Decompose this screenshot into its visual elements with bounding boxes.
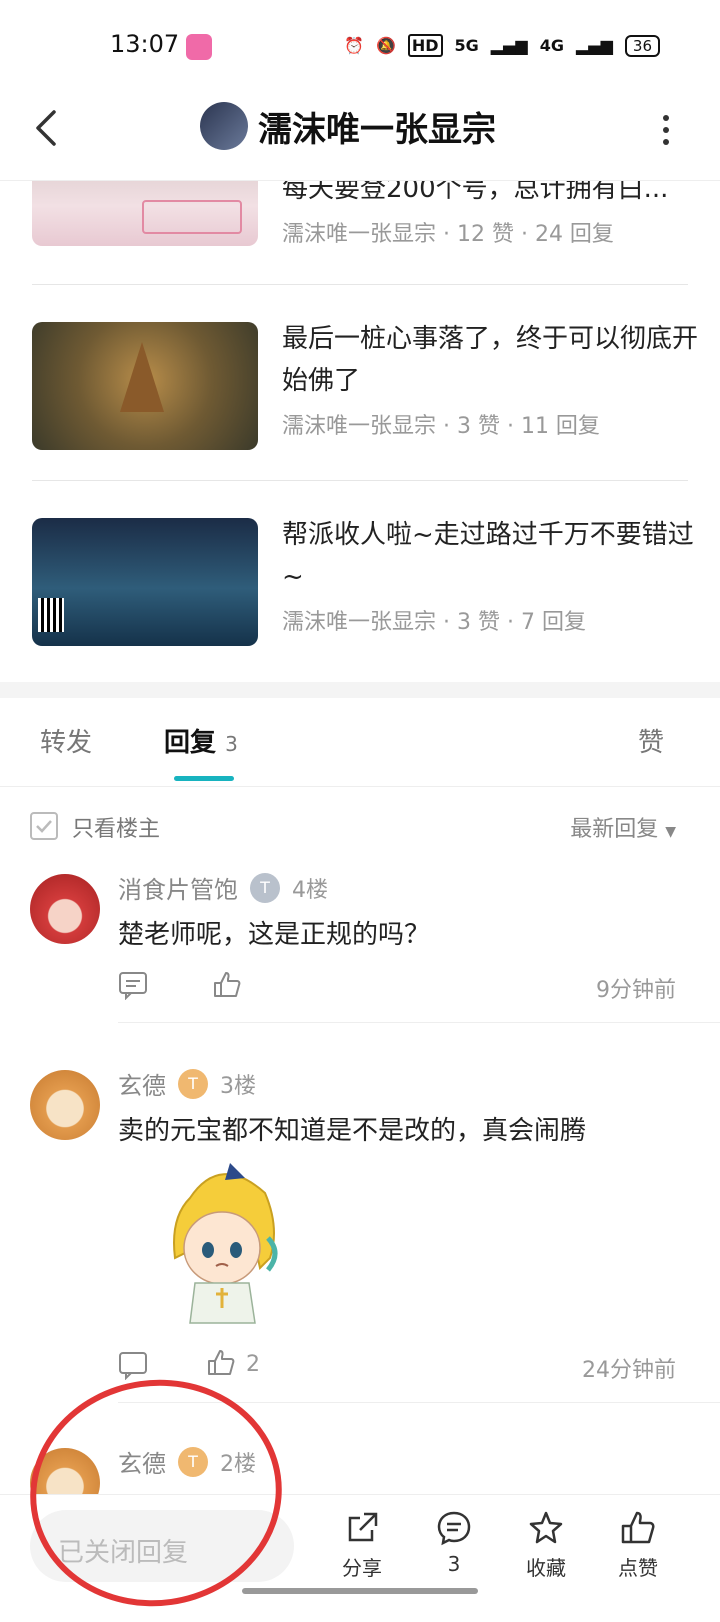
active-tab-indicator <box>174 776 234 781</box>
comment-header: 玄德 T 3楼 <box>118 1066 256 1101</box>
mute-icon: 🔕 <box>375 36 396 55</box>
tab-forward[interactable]: 转发 <box>40 722 92 759</box>
top-header: 濡沫唯一张显宗 <box>0 84 720 181</box>
comment-time: 9分钟前 <box>596 978 676 1003</box>
share-label: 分享 <box>342 1556 382 1580</box>
hd-label: HD <box>407 34 443 57</box>
reply-tabs: 转发 回复 3 赞 <box>0 698 720 787</box>
tab-reply-count: 3 <box>225 732 238 756</box>
reply-icon[interactable] <box>118 970 148 1000</box>
tab-reply[interactable]: 回复 3 <box>164 722 238 759</box>
commenter-avatar[interactable] <box>30 874 100 944</box>
comments-count: 3 <box>447 1552 461 1576</box>
sticker-image[interactable] <box>150 1158 290 1328</box>
status-time: 13:07 <box>110 30 180 58</box>
status-icons: ⏰ 🔕 HD 5G ▂▄▆ 4G ▂▄▆ 36 <box>344 34 660 57</box>
signal-5g: 5G <box>454 36 479 55</box>
alarm-icon: ⏰ <box>344 36 364 55</box>
commenter-name[interactable]: 玄德 <box>118 1066 166 1101</box>
battery-indicator: 36 <box>624 34 660 57</box>
commenter-avatar[interactable] <box>30 1070 100 1140</box>
favorite-label: 收藏 <box>526 1556 566 1580</box>
star-icon <box>529 1511 563 1544</box>
tab-reply-label: 回复 <box>164 728 217 758</box>
related-post-meta: 濡沫唯一张显宗 · 3 赞 · 7 回复 <box>282 610 586 635</box>
sort-label: 最新回复 <box>570 817 659 842</box>
related-post-meta: 濡沫唯一张显宗 · 12 赞 · 24 回复 <box>282 222 614 247</box>
share-icon <box>348 1512 378 1542</box>
thumbs-up-icon[interactable] <box>206 1348 236 1378</box>
commenter-name[interactable]: 消食片管饱 <box>118 870 238 905</box>
sort-dropdown[interactable]: 最新回复 ▼ <box>570 811 676 843</box>
floor-number: 3楼 <box>220 1073 256 1099</box>
related-post-3[interactable]: 帮派收人啦~走过路过千万不要错过~ 濡沫唯一张显宗 · 3 赞 · 7 回复 <box>32 480 694 676</box>
related-post-meta: 濡沫唯一张显宗 · 3 赞 · 11 回复 <box>282 414 600 439</box>
qr-code-icon <box>38 598 64 632</box>
author-avatar[interactable] <box>200 102 248 150</box>
level-badge: T <box>178 1068 208 1099</box>
comment-bubble-icon <box>437 1511 471 1546</box>
tab-like[interactable]: 赞 <box>638 722 664 759</box>
page-title[interactable]: 濡沫唯一张显宗 <box>258 102 496 151</box>
comment-time: 24分钟前 <box>582 1358 676 1383</box>
thumbs-up-icon[interactable] <box>212 970 242 1000</box>
favorite-button[interactable]: 收藏 <box>506 1510 586 1581</box>
app-notification-icon <box>186 34 212 60</box>
home-indicator[interactable] <box>242 1588 478 1594</box>
floor-number: 4楼 <box>292 877 328 903</box>
comments-button[interactable]: 3 <box>414 1510 494 1576</box>
only-op-checkbox[interactable] <box>30 812 58 840</box>
back-arrow-icon[interactable] <box>26 106 70 150</box>
related-post-thumbnail <box>32 322 258 450</box>
like-label: 点赞 <box>618 1556 658 1580</box>
reply-icon[interactable] <box>118 1350 148 1380</box>
share-button[interactable]: 分享 <box>322 1510 402 1581</box>
related-post-2[interactable]: 最后一桩心事落了，终于可以彻底开始佛了 濡沫唯一张显宗 · 3 赞 · 11 回… <box>32 284 698 481</box>
comment-divider <box>118 1022 720 1023</box>
more-options-icon[interactable] <box>660 112 672 148</box>
only-op-label[interactable]: 只看楼主 <box>72 811 160 843</box>
check-icon <box>36 820 52 833</box>
thumbs-up-icon <box>621 1511 655 1544</box>
section-divider <box>0 682 720 698</box>
related-post-title: 帮派收人啦~走过路过千万不要错过~ <box>282 520 694 592</box>
signal-bars-icon-2: ▂▄▆ <box>575 36 613 55</box>
signal-4g: 4G <box>539 36 564 55</box>
level-badge: T <box>250 872 280 903</box>
like-button[interactable]: 点赞 <box>598 1510 678 1581</box>
related-post-title: 最后一桩心事落了，终于可以彻底开始佛了 <box>282 324 699 396</box>
comment-header: 消食片管饱 T 4楼 <box>118 870 328 905</box>
chevron-down-icon: ▼ <box>665 824 676 840</box>
related-post-thumbnail <box>32 518 258 646</box>
comment-text: 卖的元宝都不知道是不是改的，真会闹腾 <box>118 1116 587 1146</box>
like-count: 2 <box>246 1352 260 1377</box>
comment-text: 楚老师呢，这是正规的吗？ <box>118 920 431 950</box>
signal-bars-icon: ▂▄▆ <box>490 36 528 55</box>
